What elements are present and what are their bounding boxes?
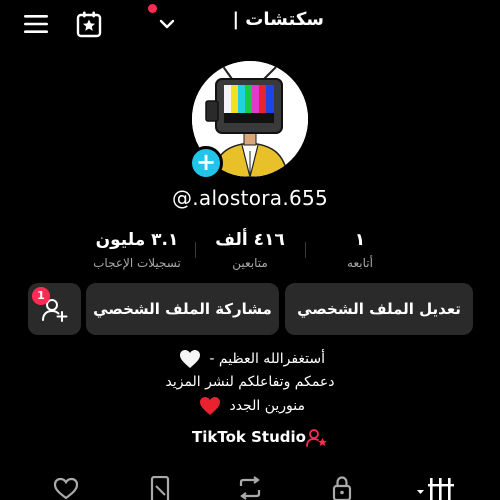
bio-line-1: أستغفرالله العظيم -	[0, 349, 500, 369]
share-profile-button[interactable]: مشاركة الملف الشخصي	[86, 283, 279, 335]
tab-bookmarks[interactable]	[146, 476, 174, 500]
calendar-star-icon	[76, 11, 102, 38]
friend-requests-badge: 1	[32, 287, 50, 305]
add-avatar-button[interactable]: +	[189, 146, 223, 180]
stat-followers-value: ٤١٦ ألف	[215, 230, 285, 250]
tab-liked[interactable]	[52, 476, 80, 500]
calendar-button[interactable]	[74, 9, 104, 39]
stat-following-value: ١	[354, 230, 366, 250]
hamburger-menu-icon	[24, 15, 48, 33]
account-title[interactable]: سكتشات |	[232, 9, 324, 30]
stat-following-label: أتابعه	[347, 256, 373, 270]
stat-following[interactable]: ١ أتابعه	[305, 228, 415, 272]
tiktok-studio-link[interactable]: TikTok Studio	[192, 428, 306, 446]
edit-profile-button[interactable]: تعديل الملف الشخصي	[285, 283, 473, 335]
bio-line-1-text: أستغفرالله العظيم -	[209, 351, 326, 367]
chevron-down-icon	[159, 19, 175, 29]
tab-videos[interactable]	[416, 476, 456, 500]
lock-icon	[332, 476, 352, 500]
bio-line-3-text: منورين الجدد	[229, 398, 305, 414]
stat-divider	[195, 242, 196, 258]
liked-icon	[53, 477, 79, 500]
bookmark-icon	[150, 476, 170, 500]
bio-line-2: دعمكم وتفاعلكم لنشر المزيد	[165, 374, 335, 390]
white-heart-icon	[179, 350, 200, 368]
tab-reposts[interactable]	[236, 476, 264, 500]
stat-likes[interactable]: ٣.١ مليون تسجيلات الإعجاب	[82, 228, 192, 272]
stat-divider	[305, 242, 306, 258]
grid-videos-icon	[417, 478, 454, 500]
bio-line-3: منورين الجدد	[0, 396, 500, 416]
stat-followers[interactable]: ٤١٦ ألف متابعين	[195, 228, 305, 272]
account-switcher-button[interactable]	[152, 10, 192, 38]
tab-private[interactable]	[328, 476, 356, 500]
stat-followers-label: متابعين	[232, 256, 268, 270]
hamburger-menu-button[interactable]	[22, 10, 50, 38]
repost-icon	[239, 476, 261, 500]
stat-likes-label: تسجيلات الإعجاب	[93, 256, 181, 270]
stat-likes-value: ٣.١ مليون	[95, 230, 179, 250]
username: @.alostora.655	[171, 186, 329, 210]
red-heart-icon	[200, 397, 221, 415]
studio-user-star-icon	[306, 428, 328, 448]
